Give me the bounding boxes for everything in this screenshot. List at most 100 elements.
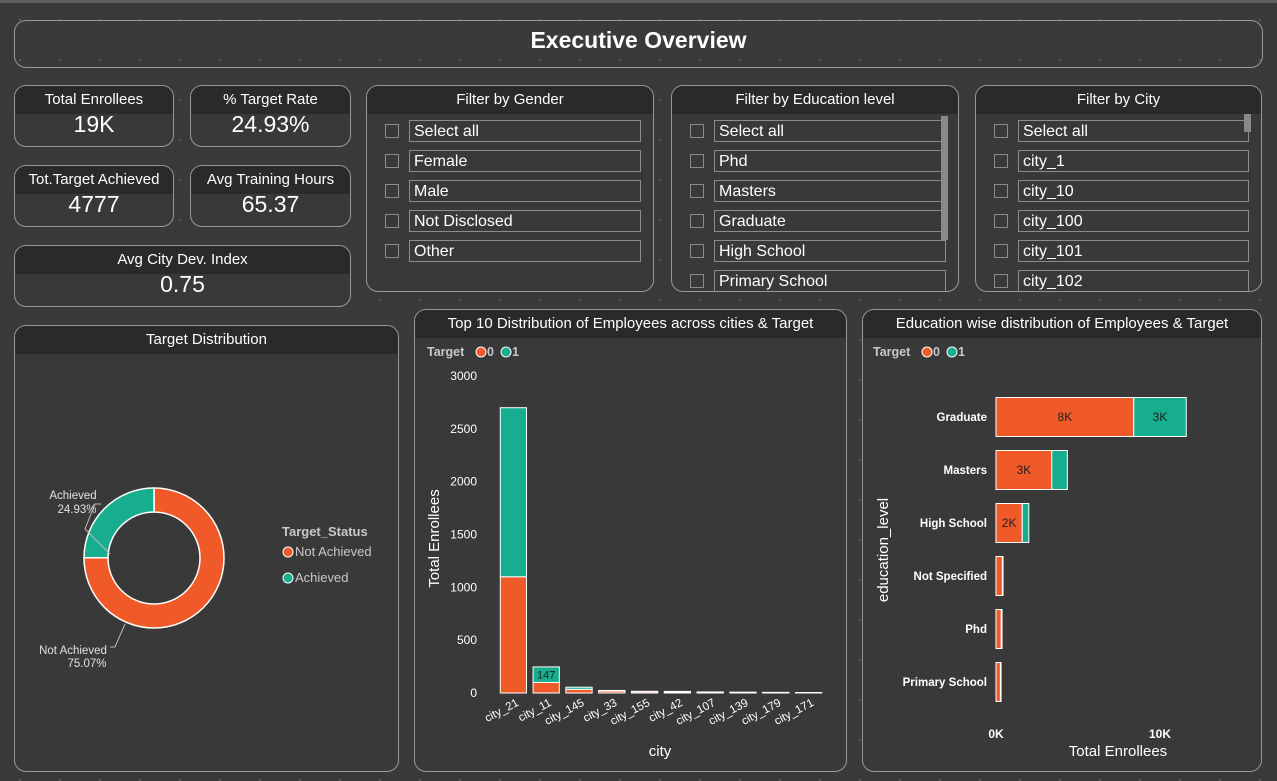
data-label: 3K (1153, 410, 1168, 424)
checkbox[interactable] (385, 124, 399, 138)
slice-name-not-achieved: Not Achieved (39, 645, 107, 657)
slicer-scrollbar[interactable] (941, 116, 948, 240)
data-label: 3K (1017, 463, 1032, 477)
legend-label-not-achieved: Not Achieved (295, 544, 372, 559)
window-top-border (0, 0, 1277, 3)
slicer-scrollbar[interactable] (1244, 114, 1251, 132)
y-tick-label: Primary School (903, 677, 987, 689)
gender-option-other[interactable]: Other (385, 236, 641, 266)
legend-dot-1 (500, 346, 512, 358)
checkbox[interactable] (994, 124, 1008, 138)
kpi-label: Tot.Target Achieved (15, 166, 173, 194)
option-label: Female (409, 150, 641, 172)
y-tick-label: 1000 (450, 580, 477, 594)
checkbox[interactable] (385, 154, 399, 168)
education-option-graduate[interactable]: Graduate (690, 206, 946, 236)
kpi-value: 65.37 (241, 191, 300, 217)
checkbox[interactable] (385, 214, 399, 228)
x-tick-label: city_21 (483, 697, 521, 725)
city-option-city-100[interactable]: city_100 (994, 206, 1249, 236)
checkbox[interactable] (690, 214, 704, 228)
slice-label-achieved: 24.93% (57, 504, 96, 516)
bar-segment-target-1 (1021, 503, 1030, 543)
education-option-select-all[interactable]: Select all (690, 116, 946, 146)
y-tick-label: 2000 (450, 475, 477, 489)
city-option-city-1[interactable]: city_1 (994, 146, 1249, 176)
kpi-label: Avg Training Hours (191, 166, 350, 194)
option-label: Graduate (714, 210, 946, 232)
checkbox[interactable] (690, 184, 704, 198)
legend-title: Target_Status (282, 524, 368, 539)
y-tick-label: High School (920, 518, 987, 530)
checkbox[interactable] (994, 214, 1008, 228)
legend-title: Target (873, 345, 911, 359)
bar-segment-target-0 (499, 576, 528, 694)
kpi-value: 19K (73, 111, 115, 137)
bar-segment-target-1 (598, 689, 626, 692)
slicer-title: Filter by City (976, 86, 1261, 114)
y-axis-label: Total Enrollees (426, 489, 443, 587)
kpi-avg-training-hours: Avg Training Hours 65.37 (190, 165, 351, 227)
kpi-value: 0.75 (160, 271, 205, 297)
city-option-city-10[interactable]: city_10 (994, 176, 1249, 206)
education-slicer: Filter by Education level Select all Phd… (671, 85, 959, 292)
bar-segment-target-0 (995, 556, 1003, 596)
gender-option-male[interactable]: Male (385, 176, 641, 206)
option-label: city_102 (1018, 270, 1249, 291)
option-label: city_100 (1018, 210, 1249, 232)
y-axis-label: education_level (875, 498, 892, 602)
checkbox[interactable] (690, 154, 704, 168)
leader-line-not-achieved (110, 623, 126, 648)
gender-option-female[interactable]: Female (385, 146, 641, 176)
option-label: city_1 (1018, 150, 1249, 172)
slice-label-not-achieved: 75.07% (67, 658, 106, 670)
checkbox[interactable] (690, 274, 704, 288)
checkbox[interactable] (690, 244, 704, 258)
checkbox[interactable] (385, 184, 399, 198)
slicer-title: Filter by Education level (672, 86, 958, 114)
kpi-target-rate: % Target Rate 24.93% (190, 85, 351, 147)
y-tick-label: 3000 (450, 369, 477, 383)
option-label: High School (714, 240, 946, 262)
checkbox[interactable] (994, 244, 1008, 258)
data-label: 147 (537, 670, 555, 682)
city-distribution-panel: Top 10 Distribution of Employees across … (414, 309, 847, 772)
legend-dot-0 (475, 346, 487, 358)
title-panel: Executive Overview (14, 20, 1263, 68)
education-option-masters[interactable]: Masters (690, 176, 946, 206)
city-option-select-all[interactable]: Select all (994, 116, 1249, 146)
kpi-value: 24.93% (231, 111, 310, 137)
bar-segment-target-0 (532, 681, 560, 694)
option-label: Male (409, 180, 641, 202)
slicer-title: Filter by Gender (367, 86, 653, 114)
x-tick-label: 0K (988, 727, 1004, 741)
education-option-primary-school[interactable]: Primary School (690, 266, 946, 291)
legend-dot-0 (921, 346, 933, 358)
legend-label-0: 0 (487, 345, 494, 359)
target-distribution-panel: Target Distribution Achieved 24.93% Not Ac… (14, 325, 399, 772)
gender-option-not-disclosed[interactable]: Not Disclosed (385, 206, 641, 236)
kpi-value: 4777 (68, 191, 120, 217)
legend-label-1: 1 (512, 345, 519, 359)
x-axis-label: city (649, 743, 672, 760)
gender-option-select-all[interactable]: Select all (385, 116, 641, 146)
y-tick-label: 2500 (450, 422, 477, 436)
bar-segment-target-1 (1051, 450, 1068, 490)
donut-chart: Achieved24.93%Not Achieved75.07%Target_S… (39, 487, 372, 670)
city-option-city-102[interactable]: city_102 (994, 266, 1249, 291)
bar-segment-target-0 (565, 688, 593, 694)
checkbox[interactable] (994, 154, 1008, 168)
checkbox[interactable] (994, 184, 1008, 198)
education-option-high-school[interactable]: High School (690, 236, 946, 266)
y-tick-label: 1500 (450, 528, 477, 542)
checkbox[interactable] (385, 244, 399, 258)
legend-label-0: 0 (933, 345, 940, 359)
education-option-phd[interactable]: Phd (690, 146, 946, 176)
chart-title: Target Distribution (15, 326, 398, 354)
checkbox[interactable] (690, 124, 704, 138)
option-label: Masters (714, 180, 946, 202)
city-option-city-101[interactable]: city_101 (994, 236, 1249, 266)
legend-title: Target (427, 345, 465, 359)
checkbox[interactable] (994, 274, 1008, 288)
gender-slicer: Filter by Gender Select all Female Male … (366, 85, 654, 292)
